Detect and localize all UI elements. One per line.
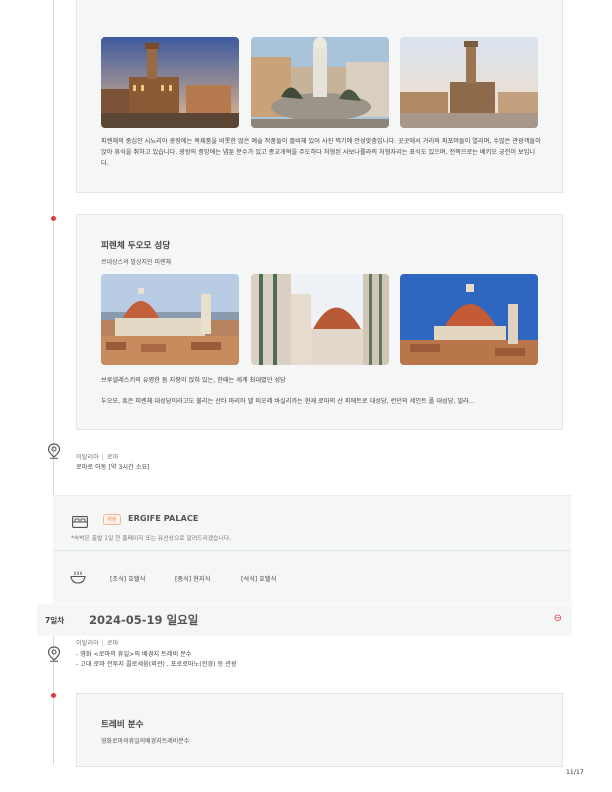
route-to: 로마 — [106, 640, 119, 647]
itinerary-line-1: - 영화 <로마의 휴일>의 배경지 트레비 분수 — [76, 651, 192, 658]
route-to: 로마 — [106, 454, 119, 461]
photo-duomo-facade — [251, 274, 389, 365]
signoria-description: 피렌체의 중심인 시뇨리아 광장에는 복제품을 비롯한 많은 예술 작품들이 즐… — [101, 138, 541, 167]
photo-neptune-fountain — [251, 37, 389, 128]
hotel-name: ERGIFE PALACE — [128, 513, 199, 523]
route-note: 로마로 이동 [약 3시간 소요] — [76, 464, 150, 471]
route-cities: 이탈리아 | 로마 — [76, 454, 119, 461]
photo-piazza-signoria — [400, 37, 538, 128]
route-from: 이탈리아 — [76, 640, 99, 647]
meal-breakfast: [조식] 호텔식 — [110, 576, 146, 583]
duomo-title: 피렌체 두오모 성당 — [101, 241, 171, 251]
hotel-status-badge: 예정 — [103, 514, 121, 525]
day-header: 7일차 2024-05-19 일요일 ⊖ — [37, 604, 572, 636]
duomo-description-1: 브루넬레스키의 유명한 돔 지붕이 얹혀 있는, 한때는 세계 최대였던 성당 — [101, 377, 286, 384]
attraction-card-signoria: 피렌체의 중심인 시뇨리아 광장에는 복제품을 비롯한 많은 예술 작품들이 즐… — [76, 0, 563, 193]
page-number: 11/17 — [566, 769, 584, 776]
meal-lunch: [중식] 현지식 — [175, 576, 211, 583]
route-cities-day7: 이탈리아 | 로마 — [76, 640, 119, 647]
route-from: 이탈리아 — [76, 454, 99, 461]
day-number: 7일차 — [45, 616, 65, 625]
meal-dinner: [석식] 호텔식 — [241, 576, 277, 583]
day-date: 2024-05-19 일요일 — [89, 613, 199, 627]
trevi-title: 트레비 분수 — [101, 720, 144, 730]
hotel-section: 예정 ERGIFE PALACE *숙박은 출발 1일 전 홈페이지 또는 유선… — [53, 495, 571, 551]
attraction-card-trevi: 트레비 분수 영화로마의휴일의배경지트레비분수 — [76, 693, 563, 767]
attraction-card-duomo: 피렌체 두오모 성당 르네상스의 발상지인 피렌체 브루넬레스키의 유명한 돔 … — [76, 214, 563, 430]
hotel-note: *숙박은 출발 1일 전 홈페이지 또는 유선상으로 알려드리겠습니다. — [71, 536, 231, 542]
bed-icon — [72, 513, 88, 528]
collapse-toggle-icon[interactable]: ⊖ — [554, 613, 562, 624]
meal-section: [조식] 호텔식 [중식] 현지식 [석식] 호텔식 — [53, 550, 571, 603]
photo-palazzo-vecchio — [101, 37, 239, 128]
meal-bowl-icon — [70, 569, 86, 584]
photo-duomo-aerial — [101, 274, 239, 365]
location-pin-icon — [47, 646, 61, 662]
timeline-dot — [51, 216, 56, 221]
photo-duomo-dome — [400, 274, 538, 365]
timeline-dot — [51, 693, 56, 698]
itinerary-line-2: - 고대 로마 전투지 콜로세움(외관) , 포로로마노(전경) 등 관광 — [76, 661, 237, 668]
duomo-description-2: 두오모, 혹은 피렌체 대성당이라고도 불리는 산타 마리아 델 피오레 바실리… — [101, 398, 475, 405]
location-pin-icon — [47, 443, 61, 459]
trevi-subtitle: 영화로마의휴일의배경지트레비분수 — [101, 738, 190, 745]
duomo-subtitle: 르네상스의 발상지인 피렌체 — [101, 259, 172, 266]
